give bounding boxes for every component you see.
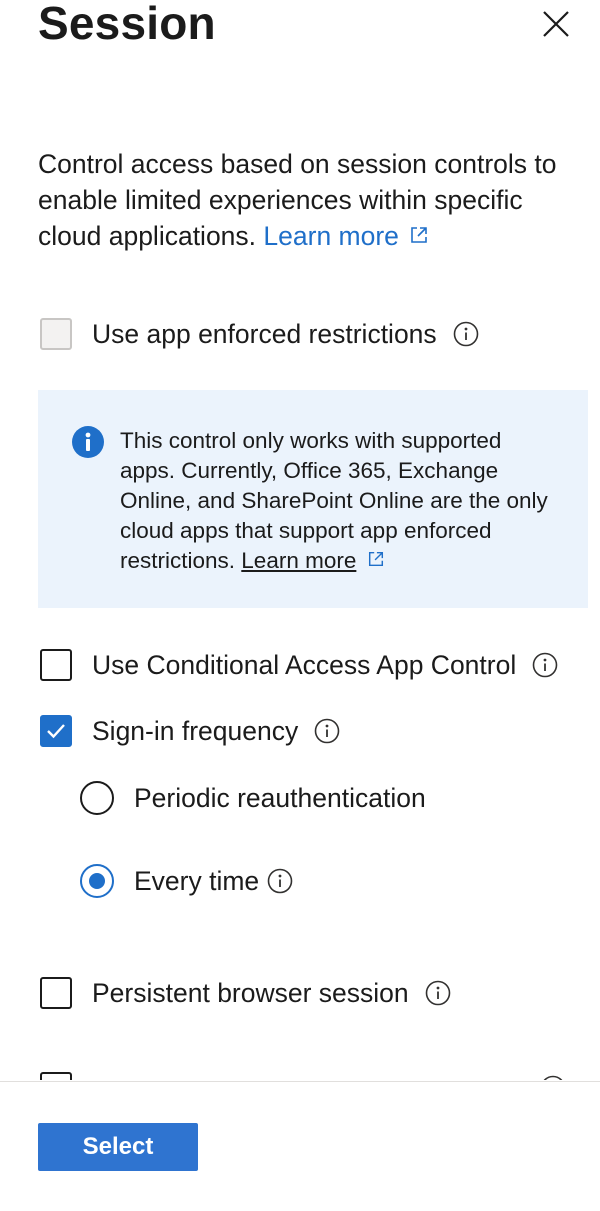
- close-button[interactable]: [540, 8, 572, 40]
- info-icon[interactable]: [453, 321, 479, 347]
- external-link-icon: [411, 227, 427, 243]
- sign-in-frequency-row: Sign-in frequency: [40, 715, 340, 747]
- every-time-label: Every time: [134, 865, 260, 896]
- info-icon[interactable]: [540, 1075, 566, 1080]
- notice-learn-more-label: Learn more: [241, 548, 357, 573]
- clipped-checkbox[interactable]: [40, 1072, 72, 1080]
- persistent-browser-row: Persistent browser session: [40, 977, 451, 1009]
- panel-footer: Select: [0, 1081, 600, 1211]
- panel-title: Session: [38, 0, 216, 49]
- checkmark-icon: [47, 724, 65, 739]
- ca-app-control-row: Use Conditional Access App Control: [40, 649, 558, 681]
- every-time-radio[interactable]: [80, 864, 114, 898]
- app-enforced-row: Use app enforced restrictions: [40, 318, 479, 350]
- app-enforced-checkbox[interactable]: [40, 318, 72, 350]
- info-filled-icon: [72, 426, 104, 458]
- sign-in-frequency-label: Sign-in frequency: [92, 715, 299, 746]
- persistent-browser-checkbox[interactable]: [40, 977, 72, 1009]
- info-icon[interactable]: [314, 718, 340, 744]
- external-link-icon: [368, 551, 383, 567]
- clipped-row: [40, 1066, 580, 1080]
- info-notice: This control only works with supported a…: [38, 390, 588, 608]
- info-icon[interactable]: [532, 652, 558, 678]
- info-icon[interactable]: [425, 980, 451, 1006]
- notice-learn-more-link[interactable]: Learn more: [241, 548, 356, 573]
- notice-text: This control only works with supported a…: [120, 426, 560, 576]
- learn-more-link[interactable]: Learn more: [263, 221, 429, 251]
- app-enforced-label: Use app enforced restrictions: [92, 318, 437, 349]
- sign-in-frequency-checkbox[interactable]: [40, 715, 72, 747]
- panel-description: Control access based on session controls…: [38, 146, 590, 254]
- ca-app-control-checkbox[interactable]: [40, 649, 72, 681]
- persistent-browser-label: Persistent browser session: [92, 977, 409, 1008]
- ca-app-control-label: Use Conditional Access App Control: [92, 649, 517, 680]
- info-icon[interactable]: [267, 868, 293, 894]
- periodic-reauth-radio[interactable]: [80, 781, 114, 815]
- periodic-reauth-option[interactable]: Periodic reauthentication: [80, 781, 426, 815]
- learn-more-label: Learn more: [263, 221, 399, 251]
- select-button[interactable]: Select: [38, 1123, 198, 1171]
- close-icon: [543, 11, 569, 37]
- periodic-reauth-label: Periodic reauthentication: [134, 782, 426, 813]
- every-time-option[interactable]: Every time: [80, 864, 293, 898]
